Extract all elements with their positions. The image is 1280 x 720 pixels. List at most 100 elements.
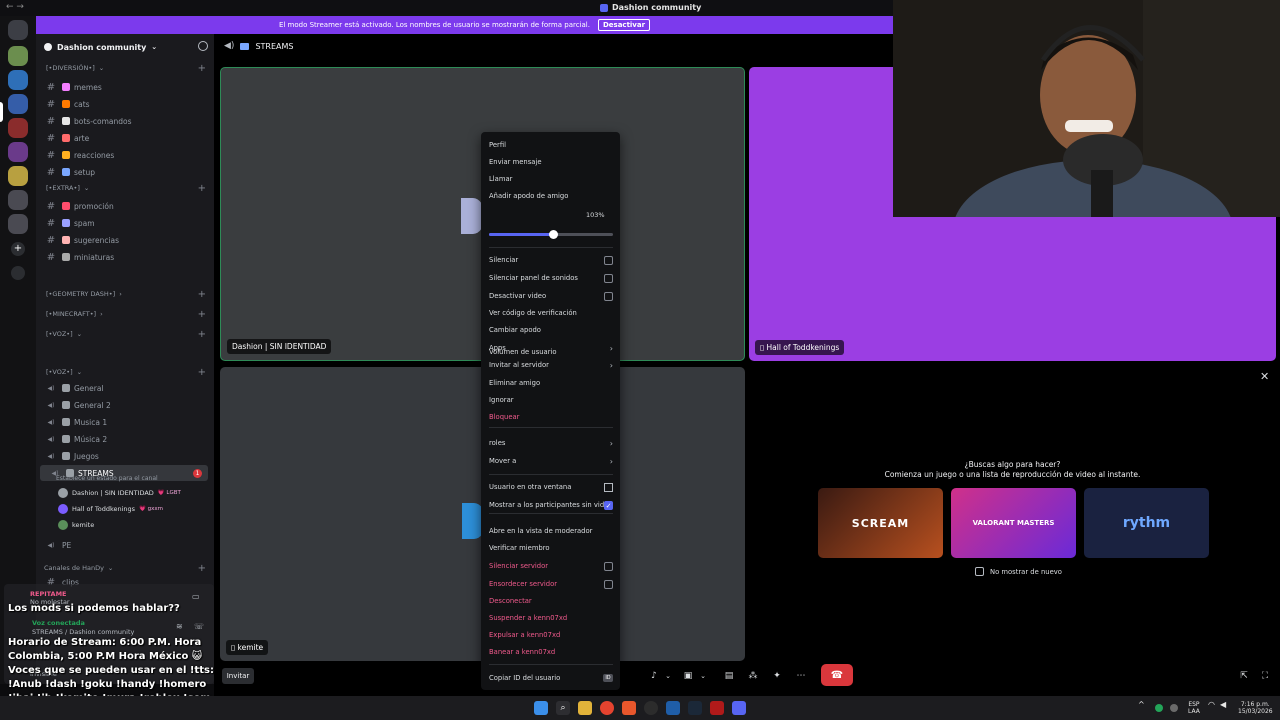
server-icon[interactable] — [8, 46, 28, 66]
menu-item-ensordecer-servidor[interactable]: Ensordecer servidor — [489, 577, 613, 591]
tray-status-icon[interactable] — [1155, 704, 1163, 712]
screen-share-icon[interactable]: ▤ — [722, 668, 736, 684]
tray-chevron-icon[interactable]: ^ — [1138, 701, 1145, 709]
checkbox[interactable] — [604, 291, 613, 301]
clock[interactable]: 7:16 p.m. 15/03/2026 — [1238, 701, 1273, 715]
category-header[interactable]: [•EXTRA•] ⌄ + — [36, 180, 214, 196]
text-channel[interactable]: # promoción — [36, 198, 214, 214]
input-language[interactable]: ESP LAA — [1188, 701, 1200, 715]
add-channel-icon[interactable]: + — [198, 563, 206, 574]
more-options-icon[interactable]: ⋯ — [794, 668, 808, 684]
menu-item-suspender-a-kenn07xd[interactable]: Suspender a kenn07xd — [489, 611, 613, 625]
menu-item-desconectar[interactable]: Desconectar — [489, 594, 613, 608]
category-header[interactable]: [•DIVERSIÓN•] ⌄ + — [36, 60, 214, 76]
user-volume-slider[interactable] — [489, 230, 613, 239]
menu-item-usuario-en-otra-ventana[interactable]: Usuario en otra ventana — [489, 480, 613, 494]
start-icon[interactable] — [534, 701, 548, 715]
channel-status[interactable]: Establece un estado para el canal — [56, 475, 158, 482]
invite-people-icon[interactable] — [198, 41, 208, 51]
activity-card-rythm[interactable]: rythm — [1084, 488, 1209, 558]
menu-item-abre-en-la-vista-de-moderador[interactable]: Abre en la vista de moderador — [489, 524, 613, 538]
menu-item-silenciar[interactable]: Silenciar — [489, 253, 613, 267]
discover-icon[interactable] — [11, 266, 25, 280]
category-header[interactable]: [•VOZ•] ⌄ + — [36, 364, 214, 380]
microphone-icon[interactable]: ♪ — [648, 668, 660, 684]
category-header[interactable]: [•VOZ•] ⌄ + — [36, 326, 214, 342]
server-icon[interactable] — [8, 142, 28, 162]
add-channel-icon[interactable]: + — [198, 183, 206, 194]
soundboard-icon[interactable]: ✦ — [770, 668, 784, 684]
add-channel-icon[interactable]: + — [198, 309, 206, 320]
app-icon[interactable] — [710, 701, 724, 715]
text-channel[interactable]: # spam — [36, 215, 214, 231]
dont-show-checkbox[interactable] — [975, 567, 984, 576]
menu-item-bloquear[interactable]: Bloquear — [489, 410, 613, 424]
file-explorer-icon[interactable] — [578, 701, 592, 715]
menu-item-ignorar[interactable]: Ignorar — [489, 393, 613, 407]
server-icon[interactable] — [8, 166, 28, 186]
voice-channel[interactable]: ◀) Musica 1 — [36, 414, 214, 430]
category-header[interactable]: [•GEOMETRY DASH•] › + — [36, 286, 214, 302]
server-icon[interactable] — [8, 214, 28, 234]
text-channel[interactable]: # memes — [36, 79, 214, 95]
volume-icon[interactable]: ◀ — [1220, 701, 1226, 709]
menu-item-expulsar-a-kenn07xd[interactable]: Expulsar a kenn07xd — [489, 628, 613, 642]
voice-channel[interactable]: ◀) Música 2 — [36, 431, 214, 447]
menu-item-silenciar-panel-de-sonidos[interactable]: Silenciar panel de sonidos — [489, 271, 613, 285]
category-header[interactable]: [•MINECRAFT•] › + — [36, 306, 214, 322]
app-icon[interactable] — [666, 701, 680, 715]
voice-channel[interactable]: ◀) PE — [36, 537, 214, 553]
wifi-icon[interactable]: ◠ — [1208, 701, 1215, 709]
menu-item-enviar-mensaje[interactable]: Enviar mensaje — [489, 155, 613, 169]
fullscreen-icon[interactable]: ⛶ — [1258, 668, 1272, 684]
chevron-up-icon[interactable]: ⌄ — [698, 668, 708, 684]
menu-item-roles[interactable]: roles › — [489, 436, 613, 450]
chrome-icon[interactable] — [600, 701, 614, 715]
server-icon[interactable] — [8, 118, 28, 138]
checkbox[interactable] — [604, 273, 613, 283]
checkbox[interactable] — [604, 579, 613, 589]
chevron-up-icon[interactable]: ⌄ — [663, 668, 673, 684]
tray-app-icon[interactable] — [1170, 704, 1178, 712]
menu-item-anadir-apodo-de-amigo[interactable]: Añadir apodo de amigo — [489, 189, 613, 203]
dont-show-again[interactable]: No mostrar de nuevo — [975, 567, 1062, 576]
checkbox[interactable] — [604, 561, 613, 571]
add-channel-icon[interactable]: + — [198, 289, 206, 300]
back-arrow-icon[interactable]: ← → — [6, 2, 24, 12]
search-icon[interactable]: ⌕ — [556, 701, 570, 715]
server-icon[interactable] — [8, 70, 28, 90]
menu-item-cambiar-apodo[interactable]: Cambiar apodo — [489, 323, 613, 337]
voice-channel[interactable]: ◀) General — [36, 380, 214, 396]
menu-item-llamar[interactable]: Llamar — [489, 172, 613, 186]
menu-item-copy-user-id[interactable]: Copiar ID del usuario ID — [489, 671, 613, 685]
brave-icon[interactable] — [622, 701, 636, 715]
camera-off-icon[interactable]: ▣ — [681, 668, 695, 684]
checkbox[interactable] — [604, 255, 613, 265]
menu-item-perfil[interactable]: Perfil — [489, 138, 613, 152]
add-server-icon[interactable]: + — [11, 242, 25, 256]
voice-channel[interactable]: ◀) Juegos — [36, 448, 214, 464]
activities-icon[interactable]: ⁂ — [746, 668, 760, 684]
text-channel[interactable]: # bots-comandos — [36, 113, 214, 129]
add-channel-icon[interactable]: + — [198, 367, 206, 378]
server-icon[interactable] — [8, 190, 28, 210]
menu-item-desactivar-video[interactable]: Desactivar video — [489, 289, 613, 303]
add-channel-icon[interactable]: + — [198, 63, 206, 74]
menu-item-banear-a-kenn07xd[interactable]: Banear a kenn07xd — [489, 645, 613, 659]
voice-participant[interactable]: kemite — [58, 518, 98, 532]
popout-icon[interactable]: ⇱ — [1237, 668, 1251, 684]
menu-item-invitar-al-servidor[interactable]: Invitar al servidor › — [489, 358, 613, 372]
invite-button[interactable]: Invitar — [222, 668, 254, 684]
menu-item-silenciar-servidor[interactable]: Silenciar servidor — [489, 559, 613, 573]
close-icon[interactable]: ✕ — [1260, 370, 1269, 383]
menu-item-verificar-miembro[interactable]: Verificar miembro — [489, 541, 613, 555]
menu-item-apps[interactable]: Apps › — [489, 341, 613, 355]
menu-item-eliminar-amigo[interactable]: Eliminar amigo — [489, 376, 613, 390]
text-channel[interactable]: # reacciones — [36, 147, 214, 163]
voice-participant[interactable]: Dashion | SIN IDENTIDAD 💗 LGBT — [58, 486, 181, 500]
hang-up-button[interactable]: ☎ — [821, 664, 853, 686]
obs-icon[interactable] — [644, 701, 658, 715]
menu-item-mover-a[interactable]: Mover a › — [489, 454, 613, 468]
volume-slider-handle[interactable] — [549, 230, 559, 239]
add-channel-icon[interactable]: + — [198, 329, 206, 340]
